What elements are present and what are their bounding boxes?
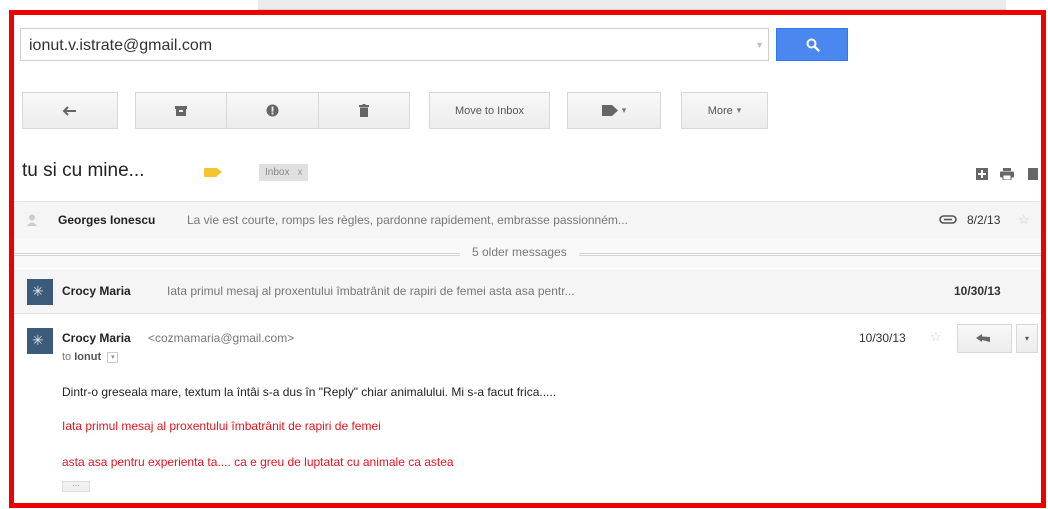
show-trimmed-content-button[interactable]: ··· <box>62 481 90 492</box>
label-chip-text: Inbox <box>265 167 290 178</box>
to-prefix: to <box>62 351 72 363</box>
message-date: 10/30/13 <box>859 331 906 345</box>
back-button[interactable] <box>22 92 118 129</box>
report-spam-button[interactable] <box>226 92 319 129</box>
archive-button[interactable] <box>135 92 227 129</box>
message-row[interactable]: Georges Ionescu La vie est courte, romps… <box>14 201 1041 239</box>
thread-subject: tu si cu mine... <box>22 160 145 181</box>
search-box[interactable]: ionut.v.istrate@gmail.com ▾ <box>20 28 769 61</box>
recipient-name: Ionut <box>74 351 102 363</box>
quoted-line: asta asa pentru experienta ta.... ca e g… <box>62 455 454 469</box>
message-snippet: Iata primul mesaj al proxentului îmbatrâ… <box>167 284 575 298</box>
search-options-icon[interactable]: ▾ <box>757 40 762 51</box>
star-icon[interactable]: ☆ <box>930 329 942 345</box>
expand-all-icon[interactable] <box>976 168 988 180</box>
delete-button[interactable] <box>318 92 410 129</box>
search-button[interactable] <box>776 28 848 61</box>
older-messages-label[interactable]: 5 older messages <box>460 245 579 259</box>
sender-email: <cozmamaria@gmail.com> <box>148 331 295 345</box>
sender-name: Crocy Maria <box>62 284 131 298</box>
label-tag-icon <box>601 105 618 116</box>
attachment-icon <box>939 215 957 224</box>
chevron-down-icon: ▾ <box>736 105 742 115</box>
search-icon <box>806 38 820 52</box>
message-date: 8/2/13 <box>967 213 1001 227</box>
message-snippet: La vie est courte, romps les règles, par… <box>187 213 628 227</box>
open-message: Crocy Maria <cozmamaria@gmail.com> to Io… <box>14 314 1041 503</box>
recipient-line: to Ionut ▾ <box>62 351 119 363</box>
remove-label-icon[interactable]: x <box>297 167 302 178</box>
move-to-inbox-button[interactable]: Move to Inbox <box>429 92 550 129</box>
sender-name: Crocy Maria <box>62 331 131 345</box>
labels-button[interactable]: ▾ <box>567 92 661 129</box>
back-arrow-icon <box>62 105 76 116</box>
avatar <box>27 328 53 354</box>
sender-name: Georges Ionescu <box>58 213 156 227</box>
print-icon[interactable] <box>1000 168 1014 180</box>
person-icon <box>27 214 37 226</box>
report-spam-icon <box>266 104 279 117</box>
move-to-inbox-label: Move to Inbox <box>454 104 525 117</box>
reply-icon <box>976 334 990 342</box>
top-strip <box>258 0 1006 10</box>
message-more-button[interactable]: ▾ <box>1016 324 1038 353</box>
show-details-icon[interactable]: ▾ <box>107 351 119 363</box>
highlight-frame: ionut.v.istrate@gmail.com ▾ Move to Inbo… <box>9 10 1046 508</box>
message-row[interactable]: Crocy Maria Iata primul mesaj al proxent… <box>14 269 1041 314</box>
trash-icon <box>359 104 369 117</box>
inbox-label-chip[interactable]: Inbox x <box>259 164 309 181</box>
more-button[interactable]: More ▾ <box>681 92 768 129</box>
archive-icon <box>175 105 187 116</box>
more-label: More <box>707 104 733 117</box>
chevron-down-icon: ▾ <box>621 105 627 115</box>
older-messages-bar[interactable]: 5 older messages <box>14 238 1041 268</box>
new-window-icon[interactable] <box>1028 168 1038 180</box>
avatar <box>27 279 53 305</box>
star-icon[interactable]: ☆ <box>1018 212 1030 228</box>
important-marker-icon[interactable] <box>204 168 222 177</box>
reply-button[interactable] <box>957 324 1012 353</box>
search-input[interactable]: ionut.v.istrate@gmail.com <box>29 37 212 55</box>
message-date: 10/30/13 <box>954 284 1001 298</box>
message-body-line: Dintr-o greseala mare, textum la întâi s… <box>62 385 557 399</box>
quoted-line: Iata primul mesaj al proxentului îmbatrâ… <box>62 419 381 433</box>
